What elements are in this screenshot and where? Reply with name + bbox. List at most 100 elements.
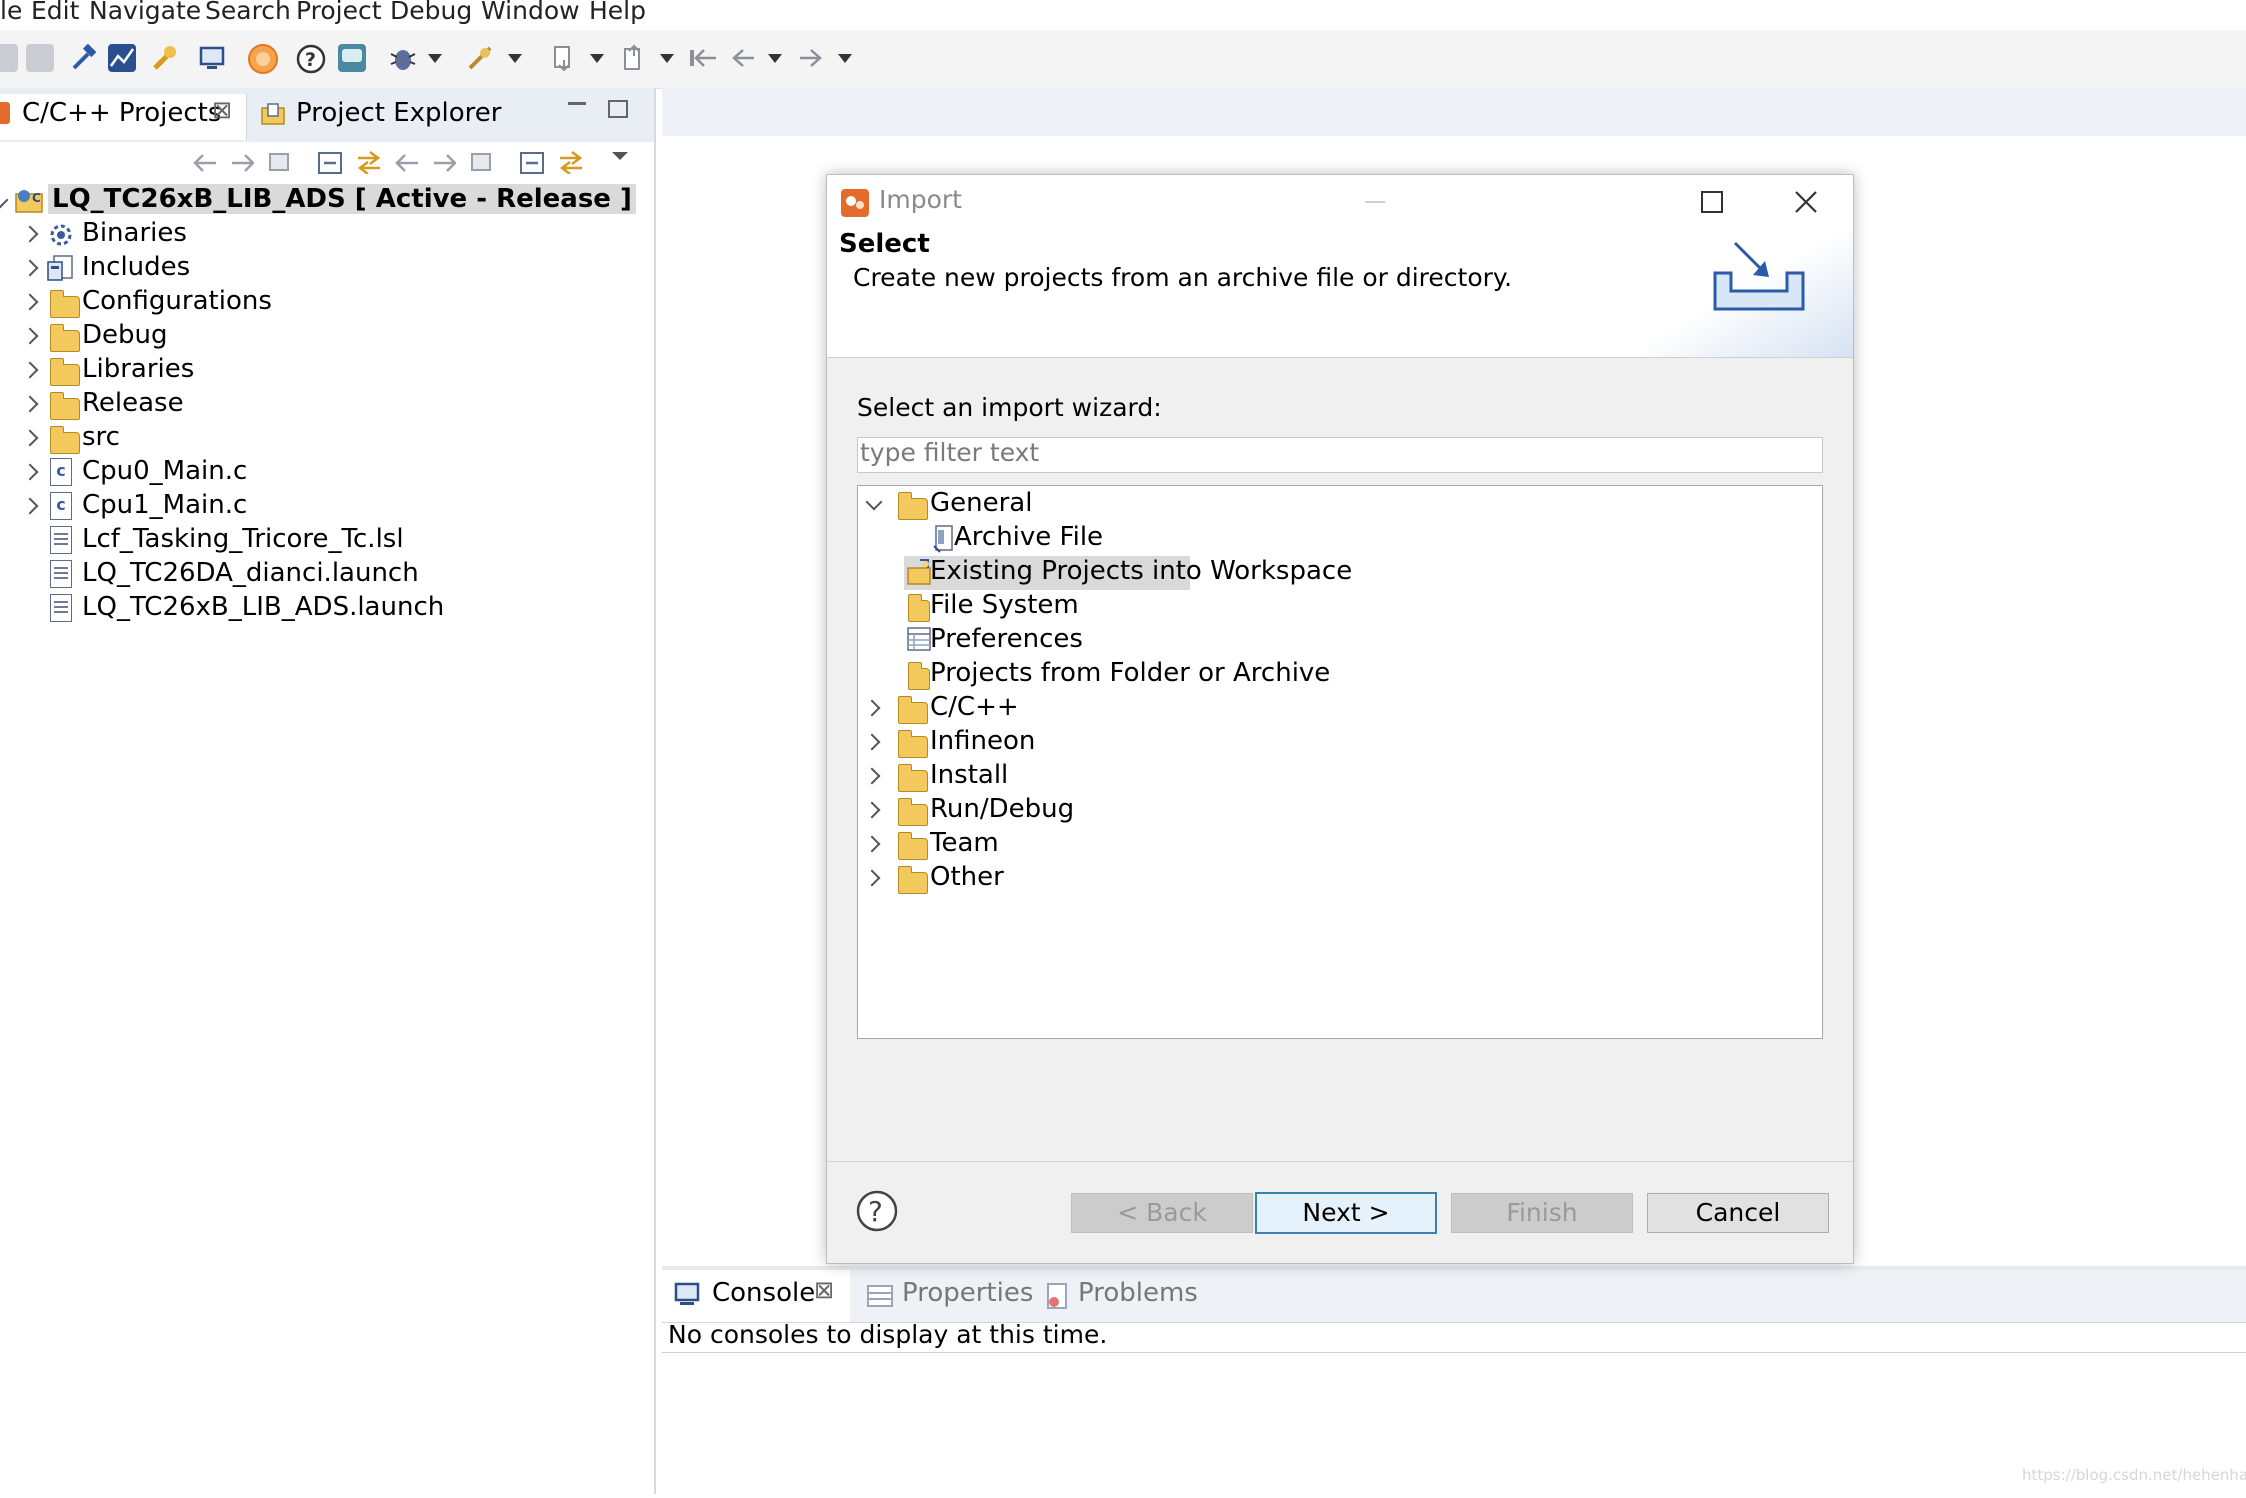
collapse-icon[interactable] <box>865 493 883 511</box>
tab-properties[interactable]: Properties <box>860 1270 1033 1322</box>
tree-item-dianci-launch[interactable]: LQ_TC26DA_dianci.launch <box>0 558 654 592</box>
wizard-category-run-debug[interactable]: Run/Debug <box>858 794 1818 828</box>
wizard-item-existing-projects[interactable]: Existing Projects into Workspace <box>858 556 1818 590</box>
wizard-item-projects-folder[interactable]: Projects from Folder or Archive <box>858 658 1818 692</box>
wizard-category-infineon[interactable]: Infineon <box>858 726 1818 760</box>
menu-debug[interactable]: Debug <box>390 0 472 25</box>
tree-root[interactable]: C LQ_TC26xB_LIB_ADS [ Active - Release ] <box>0 184 654 218</box>
back-button[interactable]: < Back <box>1071 1193 1253 1233</box>
view-menu-icon[interactable] <box>612 152 628 160</box>
menu-edit[interactable]: Edit <box>31 0 79 25</box>
monitor-icon[interactable] <box>198 44 226 72</box>
wizard-category-install[interactable]: Install <box>858 760 1818 794</box>
tab-cpp-projects[interactable]: C/C++ Projects ⊠ <box>0 94 247 140</box>
expand-icon[interactable] <box>21 395 39 413</box>
link-editor-icon[interactable] <box>354 150 380 174</box>
expand-icon[interactable] <box>863 733 881 751</box>
expand-icon[interactable] <box>21 293 39 311</box>
expand-icon[interactable] <box>21 327 39 345</box>
close-icon[interactable]: ⊠ <box>814 1276 834 1304</box>
expand-icon[interactable] <box>863 801 881 819</box>
build-hammer-icon[interactable] <box>70 43 98 72</box>
menu-file[interactable]: le <box>0 0 22 25</box>
menu-navigate[interactable]: Navigate <box>89 0 201 25</box>
expand-icon[interactable] <box>863 835 881 853</box>
wizard-item-archive-file[interactable]: Archive File <box>858 522 1818 556</box>
expand-icon[interactable] <box>863 869 881 887</box>
expand-icon[interactable] <box>21 361 39 379</box>
collapse-icon[interactable] <box>518 150 544 174</box>
tree-item-libraries[interactable]: Libraries <box>0 354 654 388</box>
prev-annotation-dropdown-icon[interactable] <box>660 54 674 63</box>
expand-icon[interactable] <box>21 429 39 447</box>
forward-arrow-icon[interactable] <box>796 44 824 72</box>
minimize-icon[interactable] <box>568 102 586 105</box>
build-config-icon[interactable] <box>108 44 136 72</box>
home-icon[interactable] <box>468 150 494 174</box>
history-forward-icon[interactable] <box>430 150 456 174</box>
collapse-all-icon[interactable] <box>316 150 342 174</box>
debug-bug-icon[interactable] <box>388 44 416 72</box>
wizard-tree[interactable]: General Archive File Existing Projects i… <box>857 485 1823 1039</box>
wizard-category-cpp[interactable]: C/C++ <box>858 692 1818 726</box>
tree-item-release[interactable]: Release <box>0 388 654 422</box>
up-icon[interactable] <box>266 150 292 174</box>
save-icon[interactable] <box>0 44 18 72</box>
tab-problems[interactable]: Problems <box>1038 1270 1208 1322</box>
tree-item-configurations[interactable]: Configurations <box>0 286 654 320</box>
menu-help[interactable]: Help <box>589 0 646 25</box>
tree-item-debug[interactable]: Debug <box>0 320 654 354</box>
expand-icon[interactable] <box>21 225 39 243</box>
expand-icon[interactable] <box>0 191 9 209</box>
tree-item-cpu1-main[interactable]: c Cpu1_Main.c <box>0 490 654 524</box>
save-all-icon[interactable] <box>26 44 54 72</box>
forward-dropdown-icon[interactable] <box>838 54 852 63</box>
filter-input[interactable]: type filter text <box>857 437 1823 473</box>
wizard-item-preferences[interactable]: Preferences <box>858 624 1818 658</box>
wrench-icon[interactable] <box>150 44 178 72</box>
menu-search[interactable]: Search <box>205 0 291 25</box>
back-arrow-icon[interactable] <box>728 44 756 72</box>
forward-icon[interactable] <box>228 150 254 174</box>
menu-project[interactable]: Project <box>296 0 382 25</box>
tree-item-cpu0-main[interactable]: c Cpu0_Main.c <box>0 456 654 490</box>
last-edit-icon[interactable] <box>688 44 716 72</box>
next-annotation-dropdown-icon[interactable] <box>590 54 604 63</box>
maximize-icon[interactable] <box>608 100 628 118</box>
wizard-category-team[interactable]: Team <box>858 828 1818 862</box>
sync-icon[interactable] <box>556 150 582 174</box>
wizard-item-file-system[interactable]: File System <box>858 590 1818 624</box>
next-annotation-icon[interactable] <box>550 44 578 72</box>
run-dropdown-icon[interactable] <box>508 54 522 63</box>
help-icon[interactable]: ? <box>296 44 326 74</box>
expand-icon[interactable] <box>21 259 39 277</box>
wizard-category-general[interactable]: General <box>858 488 1818 522</box>
expand-icon[interactable] <box>21 497 39 515</box>
maximize-icon[interactable] <box>1701 191 1723 213</box>
stop-icon[interactable] <box>248 44 278 74</box>
next-button[interactable]: Next > <box>1255 1192 1437 1234</box>
tree-item-src[interactable]: src <box>0 422 654 456</box>
wizard-category-other[interactable]: Other <box>858 862 1818 896</box>
expand-icon[interactable] <box>863 767 881 785</box>
cancel-button[interactable]: Cancel <box>1647 1193 1829 1233</box>
expand-icon[interactable] <box>863 699 881 717</box>
back-icon[interactable] <box>190 150 216 174</box>
help-icon[interactable]: ? <box>855 1189 899 1233</box>
tab-project-explorer[interactable]: Project Explorer <box>256 94 556 140</box>
history-back-icon[interactable] <box>392 150 418 174</box>
close-icon[interactable] <box>1793 189 1819 215</box>
tree-item-lib-launch[interactable]: LQ_TC26xB_LIB_ADS.launch <box>0 592 654 626</box>
tree-item-binaries[interactable]: Binaries <box>0 218 654 252</box>
close-icon[interactable]: ⊠ <box>212 96 232 124</box>
tree-item-includes[interactable]: Includes <box>0 252 654 286</box>
chat-icon[interactable] <box>338 44 366 72</box>
prev-annotation-icon[interactable] <box>620 44 648 72</box>
minimize-icon[interactable] <box>1365 201 1385 203</box>
menu-window[interactable]: Window <box>481 0 580 25</box>
finish-button[interactable]: Finish <box>1451 1193 1633 1233</box>
run-external-icon[interactable] <box>464 44 492 72</box>
tree-item-lsl-file[interactable]: Lcf_Tasking_Tricore_Tc.lsl <box>0 524 654 558</box>
expand-icon[interactable] <box>21 463 39 481</box>
back-dropdown-icon[interactable] <box>768 54 782 63</box>
